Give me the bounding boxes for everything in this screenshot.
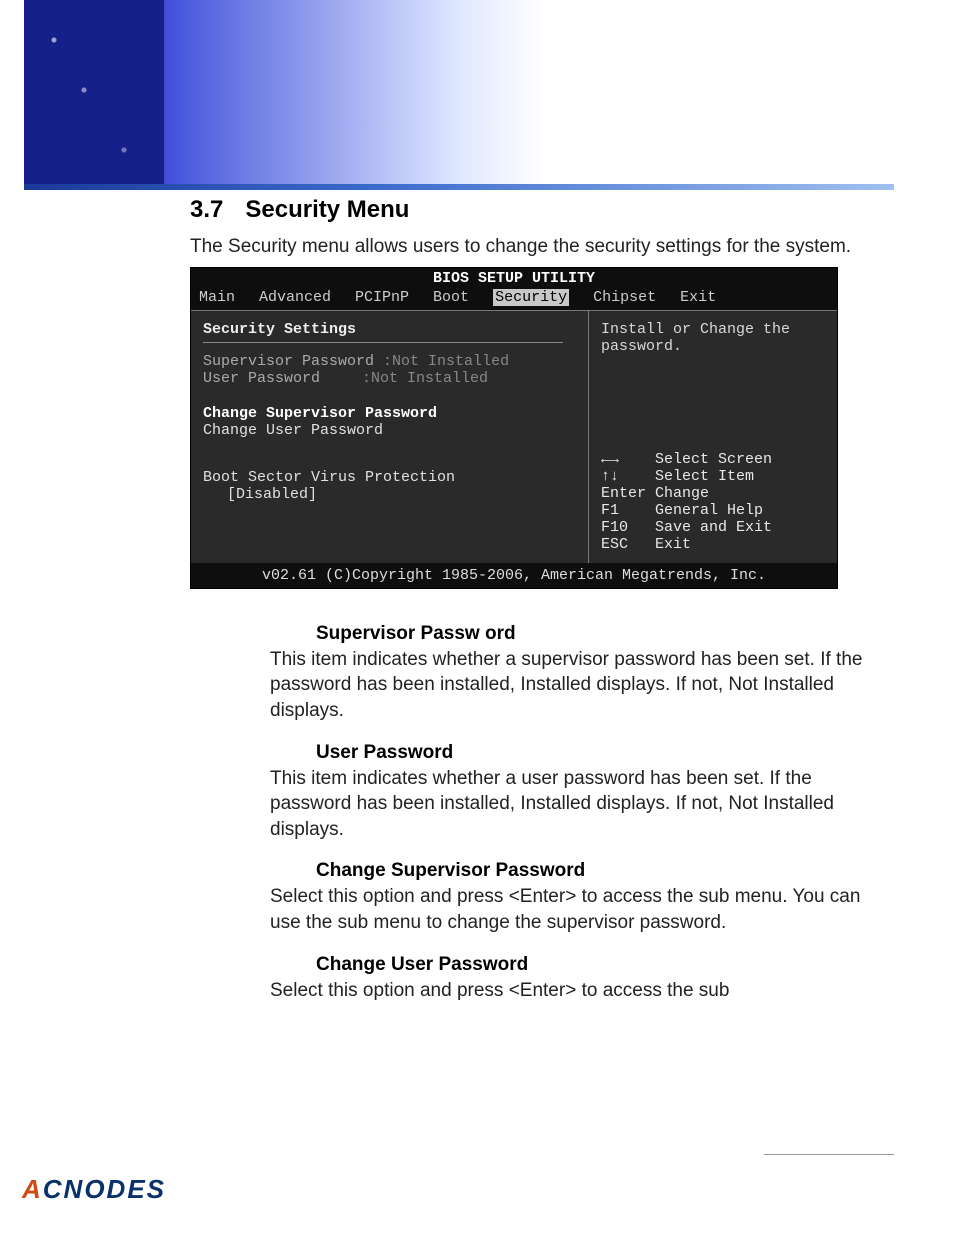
help-key-5: ESC <box>601 536 628 553</box>
help-key-0: ←→ <box>601 451 619 468</box>
bios-right-panel: Install or Change the password. ←→ Selec… <box>588 311 837 563</box>
change-supervisor-password[interactable]: Change Supervisor Password <box>203 405 576 422</box>
help-action-2: Change <box>655 485 709 502</box>
desc-heading-1: User Password <box>270 742 894 764</box>
tab-main[interactable]: Main <box>199 289 235 306</box>
user-value: :Not Installed <box>362 370 488 387</box>
bios-help: ←→ Select Screen ↑↓ Select Item Enter Ch… <box>601 451 827 553</box>
help-key-4: F10 <box>601 519 628 536</box>
boot-sector-label: Boot Sector Virus Protection <box>203 469 455 486</box>
user-password-row: User Password :Not Installed <box>203 370 576 387</box>
desc-heading-2: Change Supervisor Password <box>270 860 894 882</box>
supervisor-value: :Not Installed <box>383 353 509 370</box>
tab-pcipnp[interactable]: PCIPnP <box>355 289 409 306</box>
desc-text-3: Select this option and press <Enter> to … <box>270 978 894 1004</box>
tab-boot[interactable]: Boot <box>433 289 469 306</box>
desc-text-2: Select this option and press <Enter> to … <box>270 884 894 935</box>
header-banner <box>24 0 894 190</box>
help-action-0: Select Screen <box>655 451 772 468</box>
tab-chipset[interactable]: Chipset <box>593 289 656 306</box>
logo-rest: CNODES <box>43 1174 166 1204</box>
section-number: 3.7 <box>190 196 223 224</box>
boot-sector-value: [Disabled] <box>227 486 317 503</box>
desc-text-1: This item indicates whether a user passw… <box>270 766 894 843</box>
security-settings-heading: Security Settings <box>203 321 576 338</box>
help-key-1: ↑↓ <box>601 468 619 485</box>
divider <box>203 342 563 343</box>
bios-screenshot: BIOS SETUP UTILITY Main Advanced PCIPnP … <box>190 267 838 589</box>
tab-advanced[interactable]: Advanced <box>259 289 331 306</box>
boot-sector-row[interactable]: Boot Sector Virus Protection [Disabled] <box>203 469 576 503</box>
tab-exit[interactable]: Exit <box>680 289 716 306</box>
brand-logo: ACNODES <box>22 1174 166 1205</box>
section-title: Security Menu <box>245 196 409 224</box>
desc-heading-3: Change User Password <box>270 954 894 976</box>
section-intro: The Security menu allows users to change… <box>190 234 894 261</box>
bios-footer: v02.61 (C)Copyright 1985-2006, American … <box>191 563 837 588</box>
help-key-2: Enter <box>601 485 646 502</box>
supervisor-password-row: Supervisor Password :Not Installed <box>203 353 576 370</box>
help-action-5: Exit <box>655 536 691 553</box>
help-key-3: F1 <box>601 502 619 519</box>
change-user-password[interactable]: Change User Password <box>203 422 576 439</box>
supervisor-label: Supervisor Password <box>203 353 374 370</box>
bios-hint: Install or Change the password. <box>601 321 827 355</box>
user-label: User Password <box>203 370 353 387</box>
tab-security[interactable]: Security <box>493 289 569 306</box>
bios-title: BIOS SETUP UTILITY <box>191 268 837 287</box>
help-action-3: General Help <box>655 502 763 519</box>
bios-tabs: Main Advanced PCIPnP Boot Security Chips… <box>191 287 837 310</box>
logo-a: A <box>22 1174 43 1204</box>
help-action-1: Select Item <box>655 468 754 485</box>
help-action-4: Save and Exit <box>655 519 772 536</box>
section-heading: 3.7 Security Menu <box>190 196 894 224</box>
desc-heading-0: Supervisor Passw ord <box>270 623 894 645</box>
bios-left-panel: Security Settings Supervisor Password :N… <box>191 311 588 563</box>
desc-text-0: This item indicates whether a supervisor… <box>270 647 894 724</box>
footer-divider <box>764 1154 894 1155</box>
